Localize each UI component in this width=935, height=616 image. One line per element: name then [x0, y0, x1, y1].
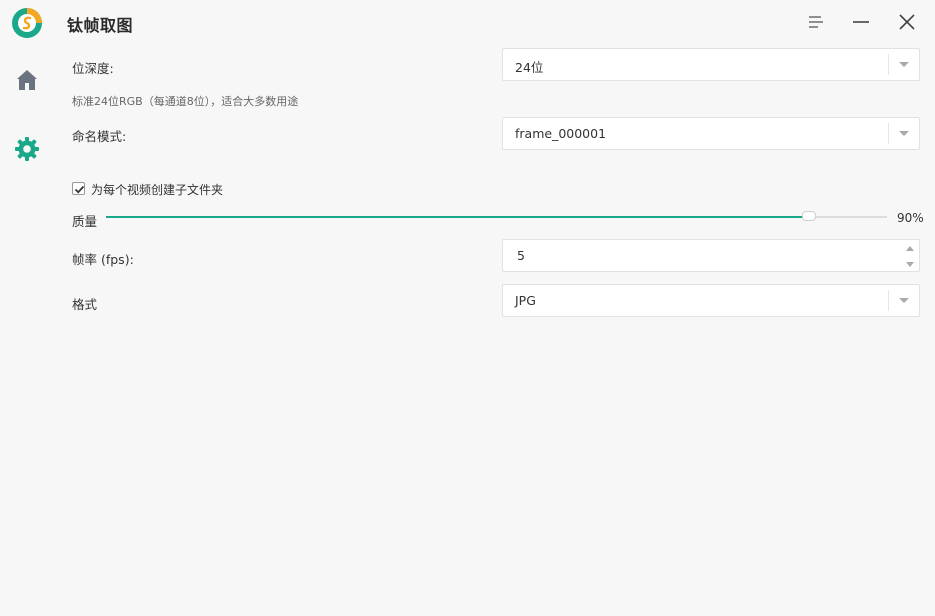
format-label: 格式 [72, 297, 98, 312]
quality-label: 质量 [72, 214, 98, 229]
minimize-icon[interactable] [852, 13, 870, 31]
sidebar [0, 0, 55, 616]
home-icon[interactable] [15, 68, 39, 92]
quality-value: 90% [897, 211, 924, 225]
bit-depth-select[interactable]: 24位 [502, 48, 920, 81]
app-logo [11, 7, 43, 39]
format-select[interactable]: JPG [502, 284, 920, 317]
close-icon[interactable] [898, 13, 916, 31]
title-bar: 钛帧取图 [55, 0, 935, 45]
fps-spinbox[interactable]: 5 [502, 239, 920, 272]
quality-slider-handle[interactable] [801, 211, 816, 221]
gear-icon[interactable] [14, 136, 40, 162]
bit-depth-label: 位深度: [72, 61, 114, 76]
format-value: JPG [515, 293, 536, 308]
select-divider [888, 123, 889, 144]
select-divider [888, 54, 889, 75]
chevron-down-icon [899, 131, 909, 136]
subfolder-checkbox[interactable] [72, 182, 85, 195]
app-title: 钛帧取图 [67, 16, 134, 35]
naming-label: 命名模式: [72, 129, 127, 144]
select-divider [888, 290, 889, 311]
bit-depth-value: 24位 [515, 60, 544, 75]
subfolder-label: 为每个视频创建子文件夹 [91, 183, 224, 197]
increment-icon[interactable] [906, 246, 914, 251]
decrement-icon[interactable] [906, 262, 914, 267]
fps-label: 帧率 (fps): [72, 252, 134, 267]
naming-select[interactable]: frame_000001 [502, 117, 920, 150]
naming-value: frame_000001 [515, 126, 607, 141]
fps-value: 5 [517, 248, 525, 263]
quality-slider-fill [106, 216, 809, 218]
chevron-down-icon [899, 62, 909, 67]
quality-slider[interactable] [106, 211, 887, 221]
chevron-down-icon [899, 298, 909, 303]
menu-icon[interactable] [807, 13, 825, 31]
bit-depth-hint: 标准24位RGB（每通道8位），适合大多数用途 [72, 95, 299, 108]
